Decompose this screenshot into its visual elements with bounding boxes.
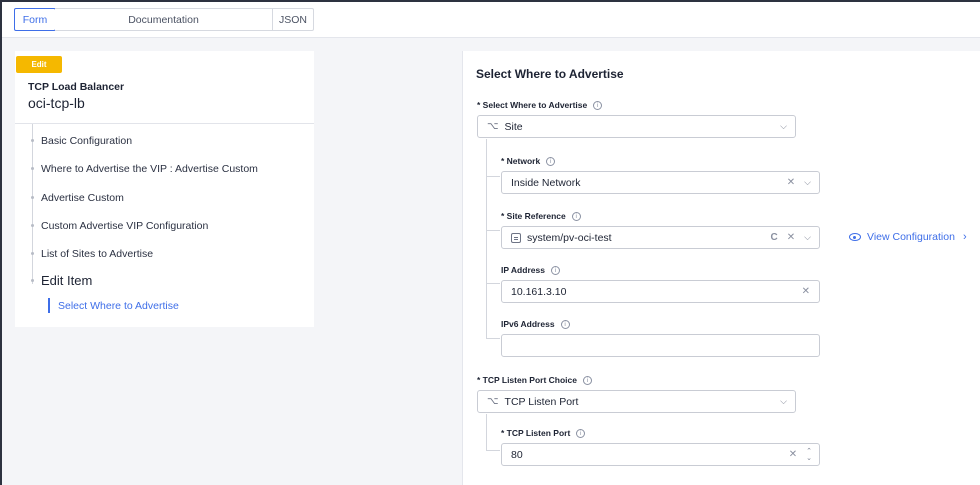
- nav-item-custom-advertise-vip-config[interactable]: Custom Advertise VIP Configuration: [41, 220, 208, 232]
- window-edge-left: [0, 0, 2, 485]
- eye-icon: [849, 233, 861, 241]
- view-configuration-text: View Configuration: [867, 231, 955, 243]
- ipv6-address-input[interactable]: [501, 334, 820, 357]
- clear-icon[interactable]: ✕: [787, 177, 795, 188]
- nav-item-list-of-sites[interactable]: List of Sites to Advertise: [41, 248, 153, 260]
- nav-item-basic-configuration[interactable]: Basic Configuration: [41, 135, 132, 147]
- tree-branch: [486, 450, 500, 451]
- tree-node-dot: [31, 252, 34, 255]
- reference-icon: [511, 232, 521, 243]
- nav-item-advertise-custom[interactable]: Advertise Custom: [41, 192, 124, 204]
- port-choice-label: * TCP Listen Port Choice i: [477, 375, 592, 385]
- tree-node-dot: [31, 224, 34, 227]
- object-type: TCP Load Balancer: [28, 81, 125, 93]
- nested-tree-line: [486, 139, 487, 339]
- nav-item-where-to-advertise[interactable]: Where to Advertise the VIP : Advertise C…: [41, 163, 258, 175]
- info-icon[interactable]: i: [550, 265, 560, 275]
- listen-port-input[interactable]: 80 ✕ ⌃ ⌄: [501, 443, 820, 466]
- chevron-down-icon[interactable]: ⌵: [780, 121, 787, 132]
- listen-port-label: * TCP Listen Port i: [501, 428, 586, 438]
- where-label: * Select Where to Advertise i: [477, 100, 603, 110]
- site-reference-label: * Site Reference i: [501, 211, 581, 221]
- tab-form[interactable]: Form: [14, 8, 56, 31]
- ipv6-address-label-text: IPv6 Address: [501, 319, 555, 329]
- tree-node-dot: [31, 139, 34, 142]
- chevron-down-icon[interactable]: ⌵: [804, 177, 811, 188]
- clear-icon[interactable]: ✕: [802, 286, 810, 297]
- chevron-right-icon: ›: [962, 231, 967, 243]
- tree-branch: [486, 230, 500, 231]
- number-stepper[interactable]: ⌃ ⌄: [806, 448, 812, 462]
- info-icon[interactable]: i: [546, 156, 556, 166]
- listen-port-label-text: * TCP Listen Port: [501, 428, 571, 438]
- tree-branch: [486, 338, 500, 339]
- info-icon[interactable]: i: [582, 375, 592, 385]
- network-select[interactable]: Inside Network ✕ ⌵: [501, 171, 820, 194]
- port-choice-label-text: * TCP Listen Port Choice: [477, 375, 577, 385]
- ip-address-value: 10.161.3.10: [511, 285, 567, 298]
- info-icon[interactable]: i: [593, 100, 603, 110]
- ip-address-input[interactable]: 10.161.3.10 ✕: [501, 280, 820, 303]
- active-item-indicator: [48, 298, 50, 313]
- choice-icon: ⌥: [487, 396, 499, 407]
- port-choice-select[interactable]: ⌥ TCP Listen Port ⌵: [477, 390, 796, 413]
- network-label-text: * Network: [501, 156, 541, 166]
- tree-node-dot: [31, 167, 34, 170]
- where-select[interactable]: ⌥ Site ⌵: [477, 115, 796, 138]
- info-icon[interactable]: i: [576, 428, 586, 438]
- object-name: oci-tcp-lb: [28, 95, 85, 111]
- site-reference-label-text: * Site Reference: [501, 211, 566, 221]
- tree-node-dot: [31, 279, 34, 282]
- site-reference-select[interactable]: system/pv-oci-test C ✕ ⌵: [501, 226, 820, 249]
- where-select-value: Site: [504, 120, 523, 133]
- view-toggle-bar: Form Documentation JSON: [2, 2, 980, 38]
- ip-address-label: IP Address i: [501, 265, 560, 275]
- network-select-value: Inside Network: [511, 176, 581, 189]
- nav-item-edit-item[interactable]: Edit Item: [41, 273, 92, 288]
- edit-badge: Edit: [16, 56, 62, 73]
- chevron-down-icon[interactable]: ⌵: [780, 396, 787, 407]
- info-icon[interactable]: i: [571, 211, 581, 221]
- tree-branch: [486, 283, 500, 284]
- nested-tree-line: [486, 414, 487, 450]
- outline-divider: [15, 123, 314, 124]
- clear-icon[interactable]: ✕: [789, 449, 797, 460]
- tree-branch: [486, 176, 500, 177]
- chevron-down-icon[interactable]: ⌵: [804, 232, 811, 243]
- stepper-down-icon[interactable]: ⌄: [806, 455, 812, 462]
- clear-icon[interactable]: ✕: [787, 232, 795, 243]
- network-label: * Network i: [501, 156, 556, 166]
- view-configuration-link[interactable]: View Configuration ›: [849, 231, 967, 243]
- where-label-text: * Select Where to Advertise: [477, 100, 588, 110]
- section-title: Select Where to Advertise: [476, 67, 624, 81]
- refresh-icon[interactable]: C: [771, 232, 778, 243]
- choice-icon: ⌥: [487, 121, 499, 132]
- site-reference-value: system/pv-oci-test: [527, 231, 612, 244]
- info-icon[interactable]: i: [560, 319, 570, 329]
- outline-tree-line: [32, 124, 33, 284]
- tab-json[interactable]: JSON: [272, 8, 314, 31]
- tab-documentation[interactable]: Documentation: [55, 8, 273, 31]
- port-choice-value: TCP Listen Port: [504, 395, 579, 408]
- tree-node-dot: [31, 196, 34, 199]
- stepper-up-icon[interactable]: ⌃: [806, 448, 812, 455]
- ipv6-address-label: IPv6 Address i: [501, 319, 570, 329]
- ip-address-label-text: IP Address: [501, 265, 545, 275]
- nav-item-select-where-to-advertise[interactable]: Select Where to Advertise: [58, 300, 179, 312]
- listen-port-value: 80: [511, 448, 523, 461]
